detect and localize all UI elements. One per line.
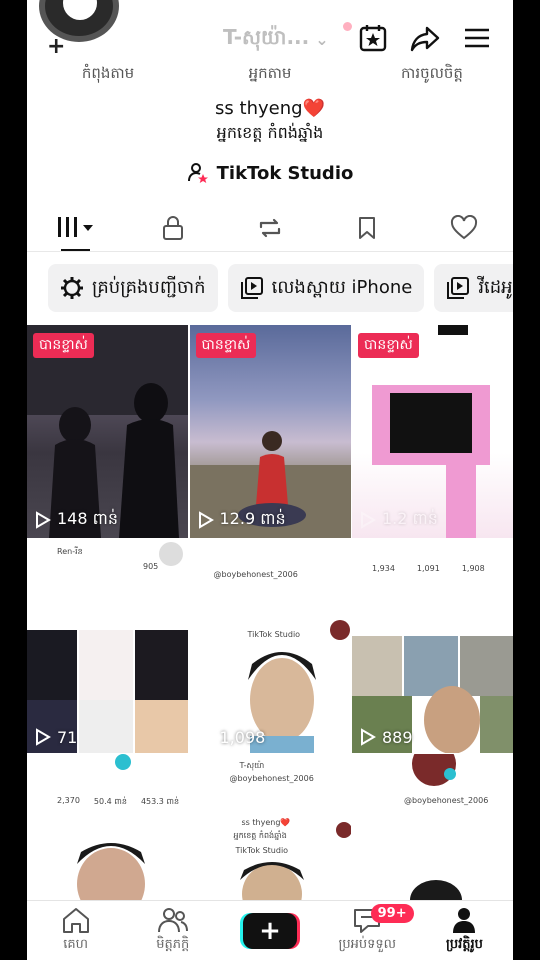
boy-face-image [239, 822, 351, 900]
nav-label: ប្រវត្តិរូប [445, 937, 483, 952]
mini-stat: 453.3 ពាន់ [140, 797, 180, 806]
video-thumbnail[interactable]: Ren-រីន 905 71 [27, 539, 188, 753]
studio-label: TikTok Studio [216, 162, 354, 184]
create-button[interactable]: + [243, 912, 297, 949]
profile-screenshot-image [77, 754, 145, 900]
likes-label[interactable]: ការចូលចិត្ត [357, 64, 507, 86]
chevron-down-icon: ⌄ [315, 29, 329, 49]
view-count: 1.2 ពាន់ [360, 508, 438, 532]
mini-stat: 50.4 ពាន់ [93, 797, 127, 806]
view-count-text: 12.9 ពាន់ [219, 509, 286, 528]
video-thumbnail[interactable]: @boybehonest_2006 TikTok Studio 1,098 [189, 539, 351, 753]
pinned-badge: បានខ្ទាស់ [358, 333, 419, 358]
play-square-icon [240, 277, 263, 299]
play-outline-icon [198, 728, 214, 746]
plus-icon: + [259, 915, 281, 946]
view-count: 148 ពាន់ [35, 508, 118, 532]
view-count-text: 1.2 ពាន់ [382, 509, 438, 528]
home-icon [62, 908, 89, 933]
pinned-badge: បានខ្ទាស់ [195, 333, 257, 358]
tab-reposts[interactable] [221, 204, 318, 251]
tab-private[interactable] [124, 204, 221, 251]
video-thumbnail[interactable]: បានខ្ទាស់ 12.9 ពាន់ [189, 325, 351, 538]
grid-dropdown-icon [57, 216, 93, 237]
view-count-text: 148 ពាន់ [57, 509, 119, 528]
profile-screen: + T-សុយ៉ា... ⌄ កំពុងតាម អ្នកតាម ការចូលចិ… [27, 0, 513, 960]
nav-label: មិត្តភក្តិ [156, 937, 190, 952]
chip-label: វីដេអូរអ [478, 276, 513, 298]
play-outline-icon [36, 728, 51, 746]
view-count-text: 71 [57, 727, 78, 747]
nav-profile[interactable]: ប្រវត្តិរូប [416, 901, 513, 960]
profile-icon [453, 908, 476, 933]
inbox-badge: 99+ [370, 904, 414, 923]
profile-stats: កំពុងតាម អ្នកតាម ការចូលចិត្ត [27, 64, 513, 86]
video-thumbnail[interactable]: បានខ្ទាស់ 1.2 ពាន់ [352, 325, 513, 538]
pinned-badge: បានខ្ទាស់ [33, 333, 94, 358]
calendar-star-icon[interactable] [357, 22, 389, 54]
content-tabs [27, 204, 513, 252]
view-count-text: 1,098 [219, 727, 266, 747]
profile-name: ss thyeng❤️ [215, 98, 325, 119]
video-thumbnail[interactable]: T-សុយ៉ា @boybehonest_2006 ss thyeng❤️ អ្… [189, 754, 351, 900]
share-icon[interactable] [409, 22, 441, 54]
nav-home[interactable]: គេហ [27, 901, 124, 960]
view-count: 71 [35, 728, 77, 747]
view-count-text: 889 [382, 727, 413, 747]
collage-image [352, 635, 513, 753]
video-thumbnail[interactable]: @boybehonest_2006 [352, 754, 513, 900]
notification-dot [343, 22, 352, 31]
menu-icon[interactable] [461, 22, 493, 54]
chip-label: គ្រប់គ្រងបញ្ជីចាក់ [92, 276, 206, 298]
followers-label[interactable]: អ្នកតាម [195, 64, 345, 86]
account-switcher[interactable]: T-សុយ៉ា... ⌄ [223, 24, 329, 54]
view-count: 12.9 ពាន់ [198, 508, 286, 532]
bottom-navigation: គេហ មិត្តភក្តិ + 99+ ប្រអប់ទទួល ប្រវត្តិ… [27, 900, 513, 960]
lock-icon [162, 215, 183, 240]
mini-stats: 2,370 50.4 ពាន់ 453.3 ពាន់ [57, 796, 179, 808]
tiktok-studio-link[interactable]: TikTok Studio [27, 162, 513, 184]
tab-saved[interactable] [319, 204, 416, 251]
video-grid: បានខ្ទាស់ 148 ពាន់ បានខ្ទាស់ 12.9 ពាន់ ប… [27, 325, 513, 900]
chip-label: លេងស្ពាយ iPhone [271, 276, 413, 298]
friends-icon [157, 908, 188, 933]
repost-icon [259, 218, 281, 237]
profile-screenshot-image [410, 754, 462, 900]
gear-icon [61, 277, 83, 299]
bookmark-icon [359, 216, 376, 239]
nav-create[interactable]: + [221, 901, 318, 960]
view-count: 889 [360, 728, 413, 747]
profile-header: + T-សុយ៉ា... ⌄ [27, 0, 513, 60]
video-thumbnail[interactable]: បានខ្ទាស់ 148 ពាន់ [27, 325, 188, 538]
heart-icon [451, 214, 478, 239]
add-account-plus-icon[interactable]: + [47, 34, 65, 59]
following-label[interactable]: កំពុងតាម [33, 64, 183, 86]
profile-bio: អ្នកខេត្ត កំពង់ឆ្នាំង [216, 123, 324, 142]
play-outline-icon [361, 511, 376, 529]
chip-iphone-playlist[interactable]: លេងស្ពាយ iPhone [227, 264, 425, 312]
video-thumbnail[interactable]: 1,934 1,091 1,908 889 [352, 539, 513, 753]
account-name: T-សុយ៉ា... [223, 25, 310, 49]
person-star-icon [187, 163, 208, 183]
nav-label: ប្រអប់ទទួល [338, 937, 396, 952]
mini-stat: 2,370 [57, 796, 80, 805]
play-outline-icon [198, 511, 214, 529]
tab-videos[interactable] [27, 204, 124, 251]
nav-friends[interactable]: មិត្តភក្តិ [124, 901, 221, 960]
video-thumbnail[interactable]: 2,370 50.4 ពាន់ 453.3 ពាន់ [27, 754, 188, 900]
chip-manage-playlist[interactable]: គ្រប់គ្រងបញ្ជីចាក់ [48, 264, 218, 312]
play-outline-icon [361, 728, 376, 746]
nav-inbox[interactable]: 99+ ប្រអប់ទទួល [319, 901, 416, 960]
boy-face-image [247, 619, 350, 753]
tab-liked[interactable] [416, 204, 513, 251]
play-square-icon [447, 277, 470, 299]
screen-recording-image [27, 541, 188, 753]
nav-label: គេហ [63, 937, 88, 952]
play-outline-icon [36, 511, 51, 529]
view-count: 1,098 [198, 727, 266, 747]
chip-video-playlist[interactable]: វីដេអូរអ [434, 264, 513, 312]
playlist-chips: គ្រប់គ្រងបញ្ជីចាក់ លេងស្ពាយ iPhone វីដេអ… [48, 264, 513, 312]
